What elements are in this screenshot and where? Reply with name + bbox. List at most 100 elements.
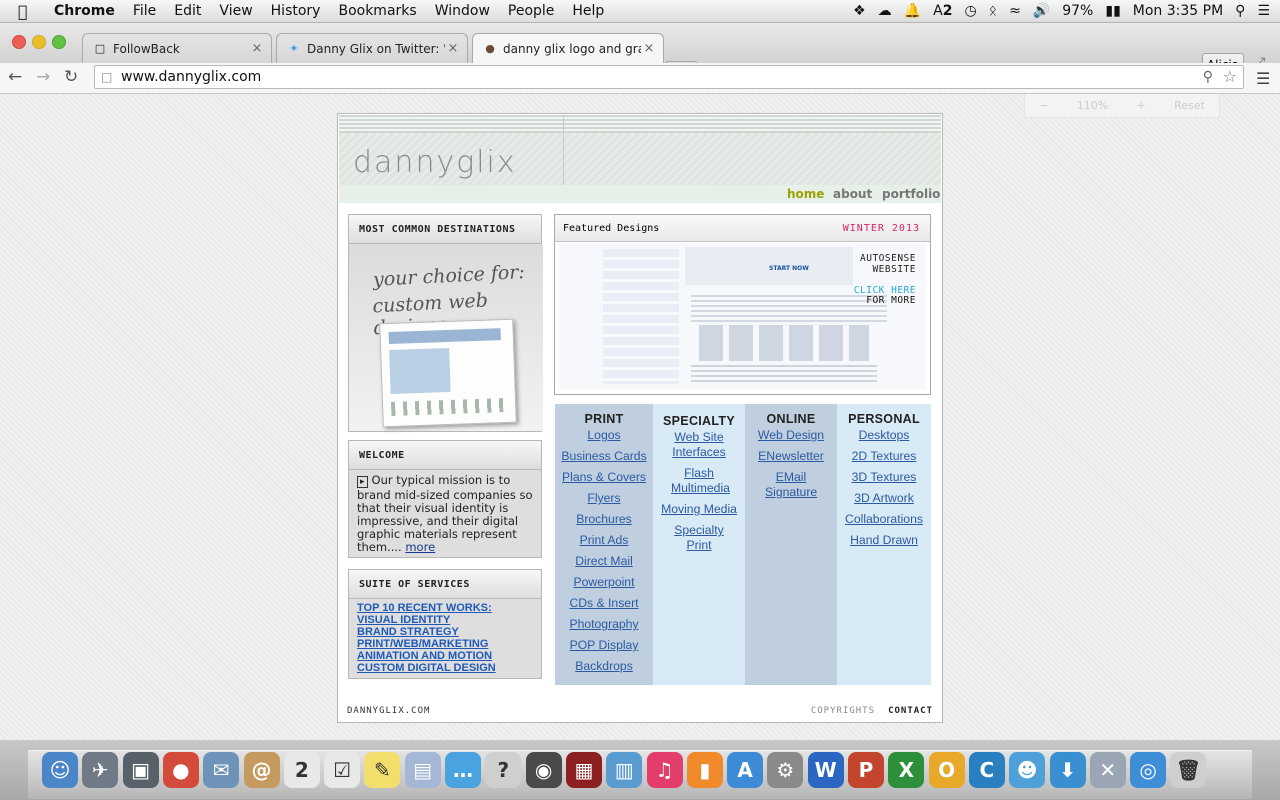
messages-icon[interactable]: …: [445, 752, 481, 788]
adobe-icon[interactable]: A2: [933, 3, 952, 19]
category-link[interactable]: Web Design: [745, 428, 837, 443]
time-machine-icon[interactable]: ◷: [964, 3, 976, 19]
promo-banner[interactable]: your choice for: custom web designs: [349, 245, 543, 431]
nav-about[interactable]: about: [833, 187, 872, 201]
category-link[interactable]: Business Cards: [555, 449, 653, 464]
notification-bell-icon[interactable]: 🔔: [904, 3, 921, 19]
service-link[interactable]: PRINT/WEB/MARKETING: [349, 638, 541, 650]
category-link[interactable]: Powerpoint: [555, 575, 653, 590]
zoom-window-button[interactable]: [52, 35, 66, 49]
spotlight-icon[interactable]: ⚲: [1235, 3, 1245, 19]
battery-percent[interactable]: 97%: [1062, 3, 1093, 19]
cloud-icon[interactable]: ☁: [878, 3, 892, 19]
notification-center-icon[interactable]: ☰: [1257, 3, 1270, 19]
tab-twitter[interactable]: ✦ Danny Glix on Twitter: "$ra ×: [276, 33, 468, 63]
category-link[interactable]: CDs & Insert: [555, 596, 653, 611]
service-link[interactable]: CUSTOM DIGITAL DESIGN: [349, 662, 541, 674]
itunes-icon[interactable]: ♫: [646, 752, 683, 788]
menu-file[interactable]: File: [133, 3, 156, 19]
safari-icon[interactable]: ◎: [1130, 752, 1167, 788]
trash-icon[interactable]: 🗑: [1170, 752, 1207, 788]
category-link[interactable]: Moving Media: [653, 502, 745, 517]
chrome-icon[interactable]: ●: [162, 752, 199, 788]
excel-icon[interactable]: X: [888, 752, 925, 788]
menu-app-name[interactable]: Chrome: [54, 3, 115, 19]
communicator-icon[interactable]: C: [968, 752, 1005, 788]
ibooks-icon[interactable]: ▮: [686, 752, 723, 788]
outlook-icon[interactable]: O: [928, 752, 965, 788]
category-link[interactable]: EMail Signature: [745, 470, 837, 500]
menu-view[interactable]: View: [219, 3, 252, 19]
category-link[interactable]: Print Ads: [555, 533, 653, 548]
category-link[interactable]: 3D Textures: [837, 470, 931, 485]
notes-icon[interactable]: ✎: [364, 752, 401, 788]
tab-followback[interactable]: □ FollowBack ×: [82, 33, 272, 63]
calendar-icon[interactable]: 2: [283, 752, 320, 788]
footer-contact[interactable]: CONTACT: [888, 706, 933, 716]
zoom-icon[interactable]: ⚲: [1203, 69, 1213, 85]
tab-dannyglix[interactable]: ● danny glix logo and graph ×: [472, 33, 664, 63]
nav-portfolio[interactable]: portfolio: [882, 187, 940, 201]
forward-icon[interactable]: →: [36, 67, 50, 87]
menu-history[interactable]: History: [271, 3, 321, 19]
system-preferences-icon[interactable]: ⚙: [767, 752, 804, 788]
minimize-window-button[interactable]: [32, 35, 46, 49]
close-tab-icon[interactable]: ×: [641, 41, 657, 56]
close-tab-icon[interactable]: ×: [445, 41, 461, 56]
chrome-menu-icon[interactable]: ☰: [1256, 69, 1270, 88]
category-link[interactable]: Desktops: [837, 428, 931, 443]
category-link[interactable]: Web Site Interfaces: [653, 430, 745, 460]
word-icon[interactable]: W: [807, 752, 844, 788]
service-link[interactable]: ANIMATION AND MOTION: [349, 650, 541, 662]
url-text[interactable]: www.dannyglix.com: [121, 69, 261, 85]
menu-help[interactable]: Help: [572, 3, 604, 19]
welcome-more-link[interactable]: more: [405, 540, 435, 554]
category-link[interactable]: Flyers: [555, 491, 653, 506]
click-here-link[interactable]: CLICK HERE FOR MORE: [854, 286, 916, 306]
category-link[interactable]: Direct Mail: [555, 554, 653, 569]
category-link[interactable]: 2D Textures: [837, 449, 931, 464]
category-link[interactable]: Logos: [555, 428, 653, 443]
dropbox-icon[interactable]: ❖: [853, 3, 866, 19]
category-link[interactable]: POP Display: [555, 638, 653, 653]
address-bar[interactable]: □ www.dannyglix.com ⚲ ☆: [94, 65, 1244, 89]
preview-icon[interactable]: ▤: [404, 752, 441, 788]
zoom-out-button[interactable]: −: [1039, 99, 1048, 112]
category-link[interactable]: Brochures: [555, 512, 653, 527]
mail-icon[interactable]: ✉: [203, 752, 240, 788]
clock[interactable]: Mon 3:35 PM: [1133, 3, 1223, 19]
bookmark-star-icon[interactable]: ☆: [1223, 67, 1237, 86]
site-logo[interactable]: dannyglix: [353, 145, 517, 180]
category-link[interactable]: Specialty Print: [653, 523, 745, 553]
category-link[interactable]: Flash Multimedia: [653, 466, 745, 496]
reload-icon[interactable]: ↻: [64, 67, 78, 87]
messenger-icon[interactable]: ☻: [1009, 752, 1046, 788]
launchpad-icon[interactable]: ✈: [82, 752, 119, 788]
reminders-icon[interactable]: ☑: [324, 752, 361, 788]
back-icon[interactable]: ←: [8, 67, 22, 87]
menu-window[interactable]: Window: [435, 3, 490, 19]
menu-people[interactable]: People: [508, 3, 555, 19]
close-tab-icon[interactable]: ×: [249, 41, 265, 56]
close-window-button[interactable]: [12, 35, 26, 49]
category-link[interactable]: Backdrops: [555, 659, 653, 674]
wifi-icon[interactable]: ≈: [1009, 3, 1021, 19]
app-store-icon[interactable]: A: [727, 752, 764, 788]
powerpoint-icon[interactable]: P: [848, 752, 884, 788]
category-link[interactable]: Photography: [555, 617, 653, 632]
help-icon[interactable]: ?: [485, 752, 522, 788]
category-link[interactable]: Collaborations: [837, 512, 931, 527]
photo-booth-icon[interactable]: ▣: [122, 752, 159, 788]
zoom-in-button[interactable]: +: [1137, 99, 1146, 112]
category-link[interactable]: Hand Drawn: [837, 533, 931, 548]
category-link[interactable]: Plans & Covers: [555, 470, 653, 485]
service-link[interactable]: BRAND STRATEGY: [349, 626, 541, 638]
service-link[interactable]: TOP 10 RECENT WORKS:: [349, 602, 541, 614]
menu-bookmarks[interactable]: Bookmarks: [338, 3, 416, 19]
download-icon[interactable]: ⬇: [1049, 752, 1086, 788]
finder-icon[interactable]: ☺: [42, 752, 78, 788]
xcode-icon[interactable]: ✕: [1089, 752, 1126, 788]
iphoto-icon[interactable]: ▥: [606, 752, 643, 788]
zoom-reset-button[interactable]: Reset: [1174, 99, 1205, 112]
category-link[interactable]: 3D Artwork: [837, 491, 931, 506]
